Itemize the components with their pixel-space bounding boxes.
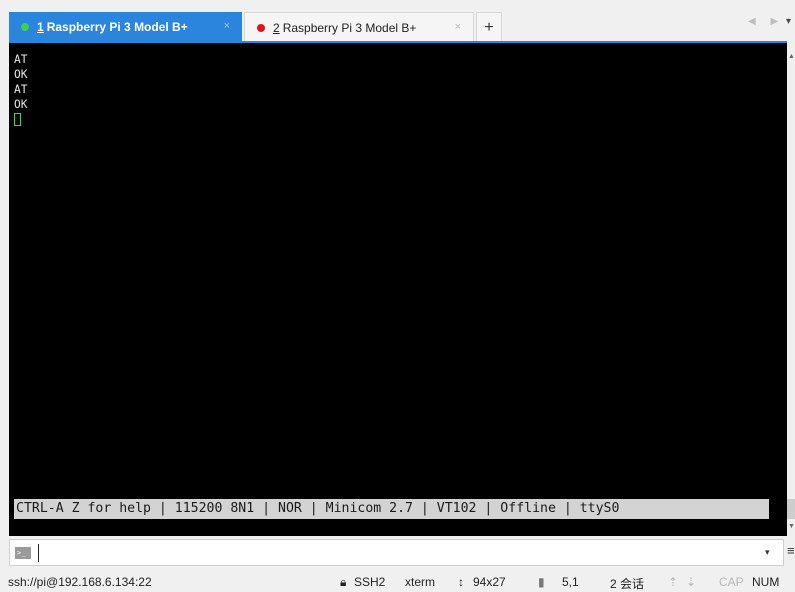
download-arrow-icon: ⇣ <box>686 575 697 589</box>
terminal-cursor <box>14 113 21 126</box>
tab-session-2[interactable]: 2 Raspberry Pi 3 Model B+ × <box>244 12 474 42</box>
session-count: 2 会话 <box>610 577 645 591</box>
terminal-line: OK <box>14 98 28 111</box>
tab-title: Raspberry Pi 3 Model B+ <box>282 20 417 35</box>
terminal-output: AT OK AT OK <box>14 52 27 126</box>
minicom-status-line: CTRL-A Z for help | 115200 8N1 | NOR | M… <box>14 499 769 519</box>
tab-bar: 1 Raspberry Pi 3 Model B+ × 2 Raspberry … <box>0 0 795 42</box>
lock-icon: 🔒︎ <box>340 575 347 589</box>
compose-bar: >_ ▾ <box>9 539 784 566</box>
tab-close-icon[interactable]: × <box>455 21 461 33</box>
cursor-position-icon: ▮ <box>538 575 545 589</box>
terminal-size: 94x27 <box>473 575 506 589</box>
tab-number: 1 <box>37 20 44 34</box>
command-prompt-icon: >_ <box>15 547 31 559</box>
terminal-line: AT <box>14 83 28 96</box>
terminal-screen[interactable]: AT OK AT OK CTRL-A Z for help | 115200 8… <box>9 43 787 536</box>
tab-close-icon[interactable]: × <box>224 20 230 32</box>
tab-number: 2 <box>273 20 280 35</box>
scroll-down-icon[interactable]: ▼ <box>788 523 795 530</box>
protocol-label: SSH2 <box>354 575 386 589</box>
scroll-thumb[interactable] <box>787 499 795 519</box>
session-status-connected-icon <box>21 23 29 31</box>
terminal-line: OK <box>14 68 28 81</box>
resize-icon: ↕ <box>458 575 464 589</box>
terminal-type: xterm <box>405 575 435 589</box>
new-tab-button[interactable]: + <box>476 12 502 42</box>
tab-title: Raspberry Pi 3 Model B+ <box>46 20 188 34</box>
compose-input[interactable] <box>38 544 738 562</box>
terminal-scrollbar[interactable]: ▲ ▼ <box>787 43 795 536</box>
caps-lock-indicator: CAP <box>719 575 744 589</box>
compose-history-dropdown-icon[interactable]: ▾ <box>765 547 770 558</box>
compose-menu-icon[interactable]: ≡ <box>787 543 795 558</box>
terminal-line: AT <box>14 53 28 66</box>
connection-address: ssh://pi@192.168.6.134:22 <box>8 575 152 589</box>
scroll-up-icon[interactable]: ▲ <box>788 53 795 60</box>
status-bar: ssh://pi@192.168.6.134:22 🔒︎ SSH2 xterm … <box>0 570 795 592</box>
tab-scroll-arrows-icon[interactable]: ◀ ▶ <box>748 16 784 27</box>
cursor-position: 5,1 <box>562 575 579 589</box>
upload-arrow-icon: ⇡ <box>668 575 679 589</box>
tab-list-dropdown-icon[interactable]: ▾ <box>786 16 791 27</box>
tab-session-1[interactable]: 1 Raspberry Pi 3 Model B+ × <box>9 12 242 42</box>
num-lock-indicator: NUM <box>752 575 780 589</box>
session-status-disconnected-icon <box>257 23 265 32</box>
